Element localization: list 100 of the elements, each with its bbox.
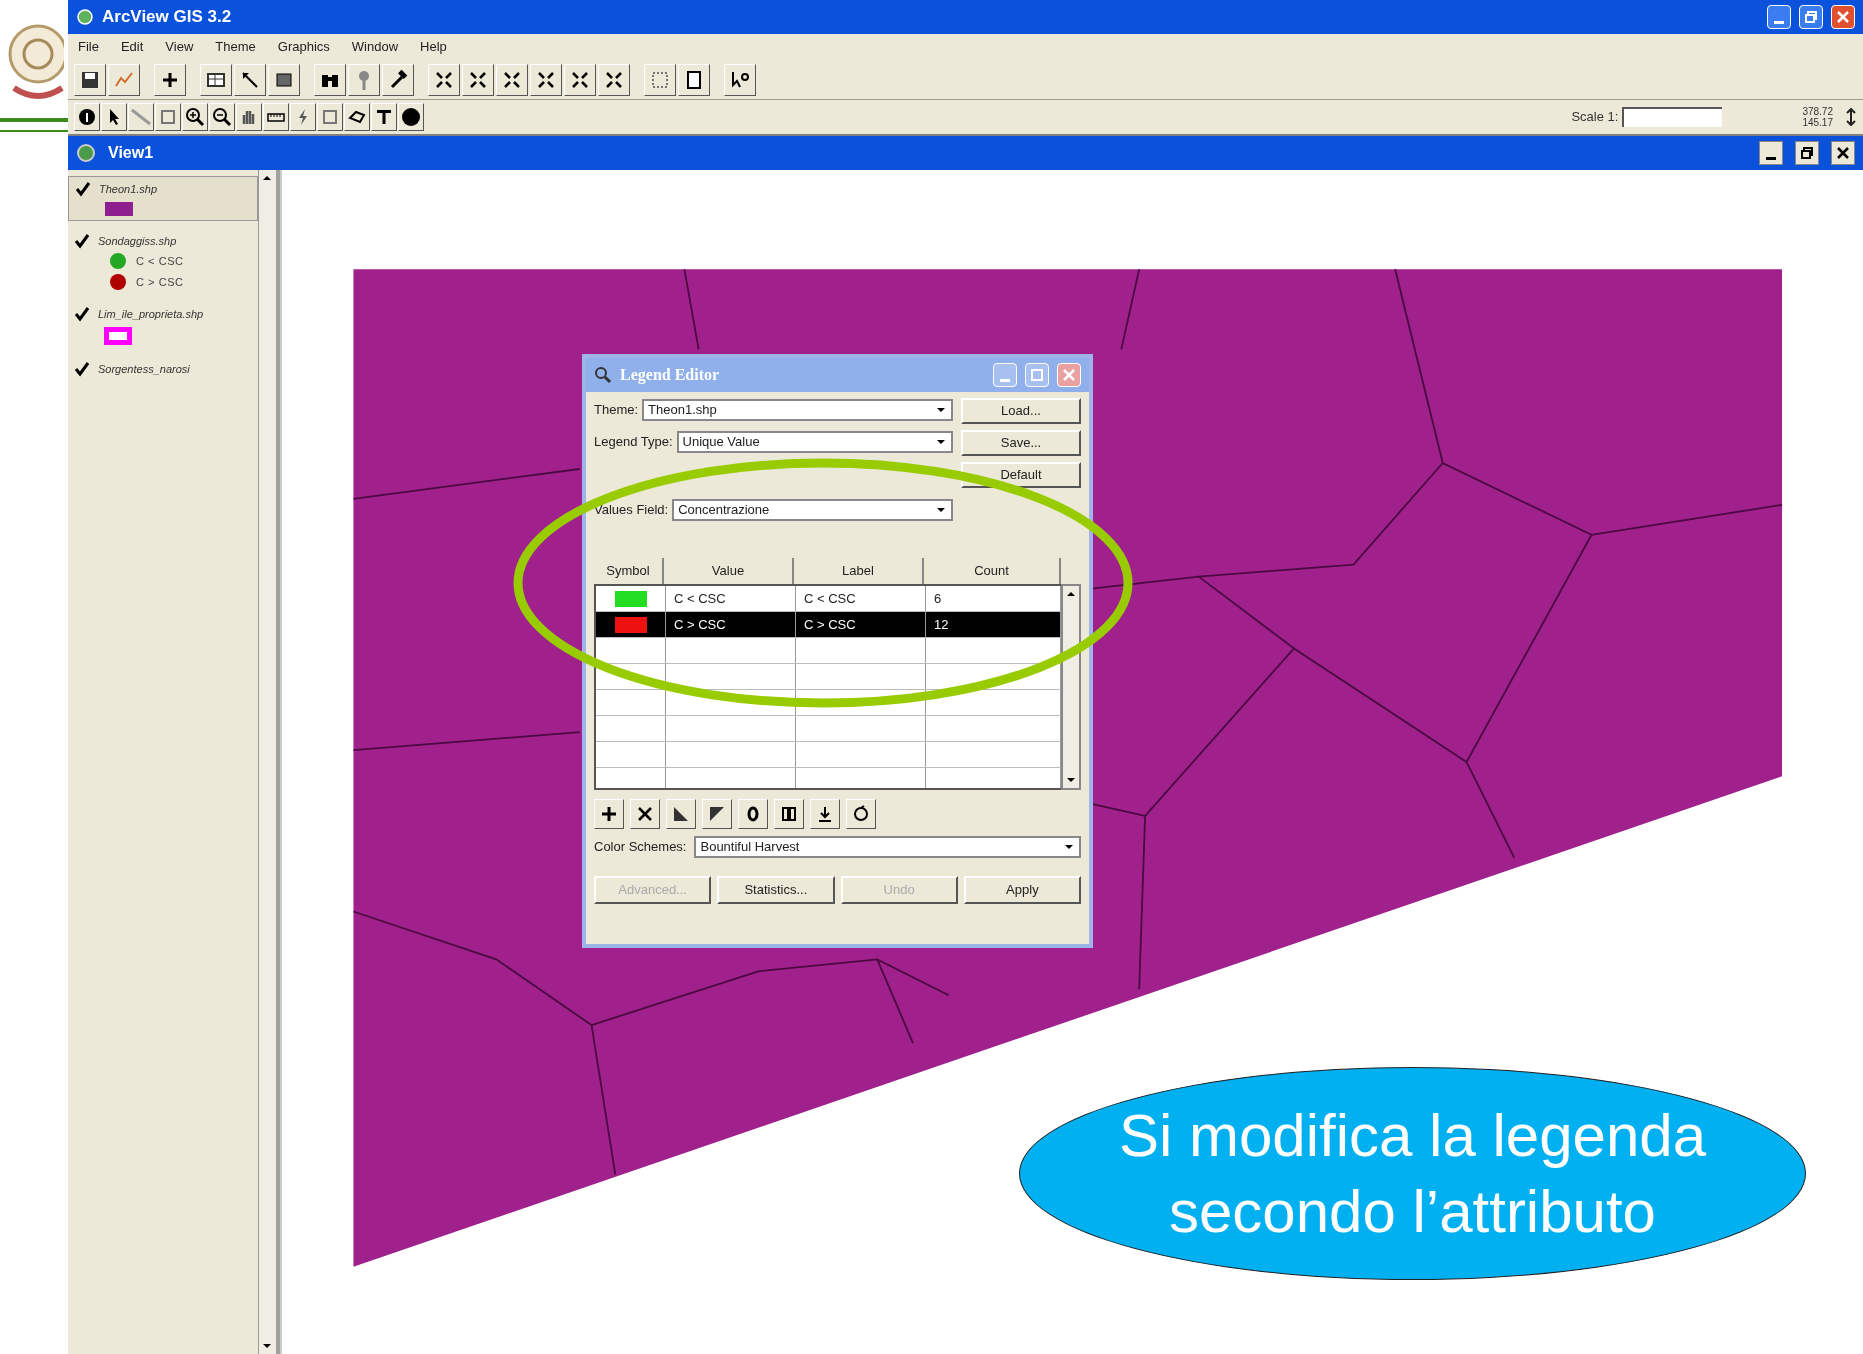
menu-item[interactable]: View xyxy=(165,37,194,57)
line-icon xyxy=(130,106,152,128)
values-field-dropdown[interactable]: Concentrazione xyxy=(672,499,953,521)
legend-type-label: Legend Type: xyxy=(594,433,673,452)
dialog-button[interactable]: Statistics... xyxy=(717,876,835,904)
toolbar-button[interactable] xyxy=(774,799,804,829)
table-cell-text: 6 xyxy=(934,589,942,608)
toolbar-button[interactable] xyxy=(236,103,262,131)
toolbar-button[interactable] xyxy=(564,63,596,96)
magnifier-icon xyxy=(594,366,612,384)
toolbar-button[interactable] xyxy=(154,63,186,96)
toolbar-button[interactable] xyxy=(702,799,732,829)
dialog-button[interactable]: Save... xyxy=(961,430,1081,456)
restore-button[interactable] xyxy=(1795,141,1819,165)
color-schemes-label: Color Schemes: xyxy=(594,838,687,857)
dialog-button[interactable]: Load... xyxy=(961,398,1081,424)
checkbox[interactable] xyxy=(74,360,90,377)
toolbar-button[interactable] xyxy=(462,63,494,96)
toolbar-button[interactable] xyxy=(268,63,300,96)
toolbar-button[interactable] xyxy=(398,103,424,131)
toolbar-button[interactable] xyxy=(74,103,100,131)
table-cell-text: C < CSC xyxy=(674,589,726,608)
dropdown-arrow-icon xyxy=(935,505,947,515)
globe-icon xyxy=(76,8,94,26)
checkbox[interactable] xyxy=(74,306,90,323)
legend-entry[interactable]: Sondaggiss.shp C < CSC C > CSC xyxy=(68,228,258,294)
globe-icon xyxy=(76,143,96,163)
toolbar-button[interactable] xyxy=(101,103,127,131)
values-field-label: Values Field: xyxy=(594,501,669,520)
toolbar-button[interactable] xyxy=(678,63,710,96)
toolbar-button[interactable] xyxy=(155,103,181,131)
callout-text: Si modifica la legenda secondo l’attributo xyxy=(1119,1100,1706,1247)
toolbar-button[interactable] xyxy=(428,63,460,96)
minimize-button[interactable] xyxy=(1759,141,1783,165)
theme-dropdown[interactable]: Theon1.shp xyxy=(642,399,953,421)
toolbar-button[interactable] xyxy=(209,103,235,131)
toolbar-button[interactable] xyxy=(108,63,140,96)
color-swatch[interactable] xyxy=(614,590,647,607)
menu-item[interactable]: Graphics xyxy=(277,37,330,57)
legend-type-dropdown[interactable]: Unique Value xyxy=(676,431,953,453)
zoom-out-icon xyxy=(211,106,233,128)
toolbar-button[interactable] xyxy=(314,63,346,96)
color-swatch[interactable] xyxy=(614,616,647,633)
toolbar-button[interactable] xyxy=(810,799,840,829)
toolbar-button[interactable] xyxy=(74,63,106,96)
toolbar-button[interactable] xyxy=(348,63,380,96)
table-row[interactable]: C > CSC C > CSC 12 xyxy=(596,612,1061,638)
legend-entry[interactable]: Theon1.shp xyxy=(68,176,258,221)
toolbar-button[interactable] xyxy=(530,63,562,96)
toolbar-button[interactable] xyxy=(666,799,696,829)
scrollbar[interactable] xyxy=(1061,584,1081,790)
toolbar-button[interactable] xyxy=(263,103,289,131)
toolbar-button[interactable] xyxy=(724,63,756,96)
close-icon xyxy=(1837,11,1849,23)
layer-name: Sorgentess_narosi xyxy=(98,361,190,377)
toolbar-button[interactable] xyxy=(738,799,768,829)
menu-item[interactable]: File xyxy=(78,37,99,57)
table-cell-text: C > CSC xyxy=(674,615,726,634)
maximize-icon xyxy=(1031,369,1043,381)
dialog-button[interactable]: Apply xyxy=(963,876,1081,904)
toolbar-button[interactable] xyxy=(182,103,208,131)
layer-name: Lim_ile_proprieta.shp xyxy=(98,307,204,322)
scrollbar[interactable] xyxy=(258,170,276,1354)
checkmark-icon xyxy=(74,306,90,323)
window-title: ArcView GIS 3.2 xyxy=(102,6,232,29)
minimize-icon xyxy=(1000,379,1010,382)
toolbar-button[interactable] xyxy=(630,799,660,829)
info-icon xyxy=(76,106,98,128)
toolbar-button[interactable] xyxy=(200,63,232,96)
coordinate-text: 145.17 xyxy=(1802,117,1833,128)
toolbar-button[interactable] xyxy=(371,103,397,131)
view-title: View1 xyxy=(108,143,154,163)
legend-entry[interactable]: Lim_ile_proprieta.shp xyxy=(68,302,258,349)
checkmark-icon xyxy=(75,181,91,198)
checkbox[interactable] xyxy=(74,232,90,249)
menu-item[interactable]: Edit xyxy=(120,37,144,57)
legend-entry[interactable]: Sorgentess_narosi xyxy=(68,356,258,381)
menu-item[interactable]: Theme xyxy=(215,37,256,57)
checkbox[interactable] xyxy=(75,181,91,198)
coordinate-text: 378.72 xyxy=(1802,106,1833,117)
toolbar-button[interactable] xyxy=(317,103,343,131)
toolbar-button[interactable] xyxy=(344,103,370,131)
toolbar-button[interactable] xyxy=(598,63,630,96)
toolbar-button[interactable] xyxy=(290,103,316,131)
toolbar-button[interactable] xyxy=(128,103,154,131)
scale-field[interactable] xyxy=(1622,107,1723,127)
toolbar-button[interactable] xyxy=(594,799,624,829)
minimize-icon xyxy=(1766,157,1776,160)
minimize-icon xyxy=(1774,21,1784,24)
toolbar-button[interactable] xyxy=(496,63,528,96)
close-button[interactable] xyxy=(1831,141,1855,165)
toolbar-button[interactable] xyxy=(234,63,266,96)
toolbar-button[interactable] xyxy=(644,63,676,96)
checkmark-icon xyxy=(74,232,90,249)
menu-item[interactable]: Window xyxy=(351,37,399,57)
toolbar-button[interactable] xyxy=(382,63,414,96)
dropdown-arrow-icon xyxy=(935,405,947,415)
color-schemes-dropdown[interactable]: Bountiful Harvest xyxy=(694,836,1081,858)
menu-item[interactable]: Help xyxy=(420,37,447,57)
toolbar-button[interactable] xyxy=(846,799,876,829)
